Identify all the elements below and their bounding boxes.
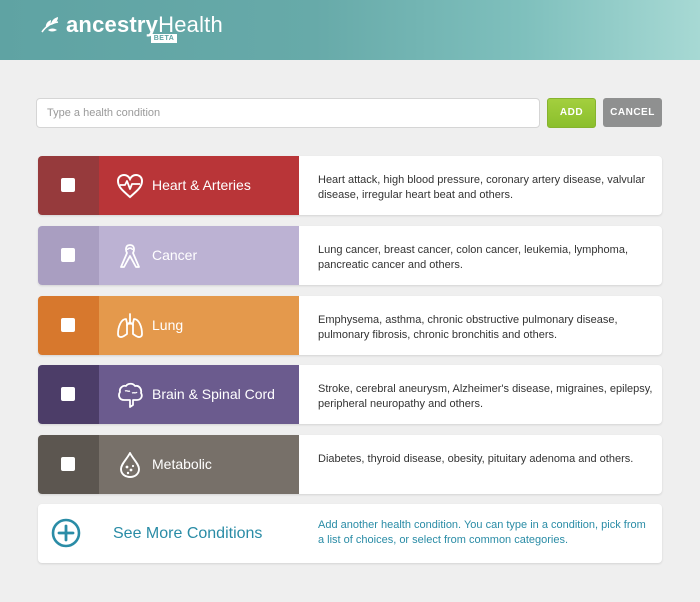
condition-label: Cancer [152,247,198,263]
condition-checkbox-area[interactable] [38,296,99,355]
add-button[interactable]: ADD [547,98,596,128]
beta-badge: BETA [151,34,177,43]
condition-category-tile[interactable]: Heart & Arteries [99,156,299,215]
condition-row[interactable]: Heart & Arteries Heart attack, high blood… [38,156,662,215]
heart-pulse-icon [116,173,144,199]
see-more-description: Add another health condition. You can ty… [318,519,646,546]
condition-label: Lung [152,317,184,333]
leaf-icon [41,17,59,33]
see-more-conditions-link[interactable]: See More Conditions [113,504,262,563]
condition-checkbox-area[interactable] [38,226,99,285]
condition-checkbox-area[interactable] [38,365,99,424]
condition-row[interactable]: Cancer Lung cancer, breast cancer, colon … [38,226,662,285]
app-header: ancestryHealth BETA [0,0,700,60]
condition-checkbox[interactable] [61,318,75,332]
see-more-conditions-row[interactable]: See More Conditions Add another health c… [38,504,662,563]
condition-category-tile[interactable]: Cancer [99,226,299,285]
condition-checkbox[interactable] [61,387,75,401]
condition-label: Heart & Arteries [152,177,251,193]
condition-category-tile[interactable]: Brain & Spinal Cord [99,365,299,424]
health-condition-search-input[interactable] [36,98,540,128]
condition-description: Diabetes, thyroid disease, obesity, pitu… [318,453,634,465]
cancel-button[interactable]: CANCEL [603,98,662,127]
condition-category-tile[interactable]: Metabolic [99,435,299,494]
condition-category-tile[interactable]: Lung [99,296,299,355]
droplet-icon [120,452,140,478]
condition-checkbox[interactable] [61,457,75,471]
condition-row[interactable]: Metabolic Diabetes, thyroid disease, obes… [38,435,662,494]
condition-checkbox[interactable] [61,248,75,262]
awareness-ribbon-icon [120,244,140,268]
condition-description: Heart attack, high blood pressure, coron… [318,174,646,201]
condition-row[interactable]: Brain & Spinal Cord Stroke, cerebral aneu… [38,365,662,424]
condition-description: Emphysema, asthma, chronic obstructive p… [318,314,618,341]
condition-description: Stroke, cerebral aneurysm, Alzheimer's d… [318,383,653,410]
condition-label: Brain & Spinal Cord [152,386,275,402]
condition-checkbox[interactable] [61,178,75,192]
plus-circle-icon[interactable] [51,518,81,548]
condition-label: Metabolic [152,456,212,472]
logo-brand-text: ancestry [66,12,159,37]
condition-row[interactable]: Lung Emphysema, asthma, chronic obstructi… [38,296,662,355]
condition-checkbox-area[interactable] [38,435,99,494]
logo-wordmark: ancestryHealth [66,12,223,38]
condition-checkbox-area[interactable] [38,156,99,215]
condition-description: Lung cancer, breast cancer, colon cancer… [318,244,629,271]
lungs-icon [117,313,143,338]
brain-icon [118,382,143,408]
